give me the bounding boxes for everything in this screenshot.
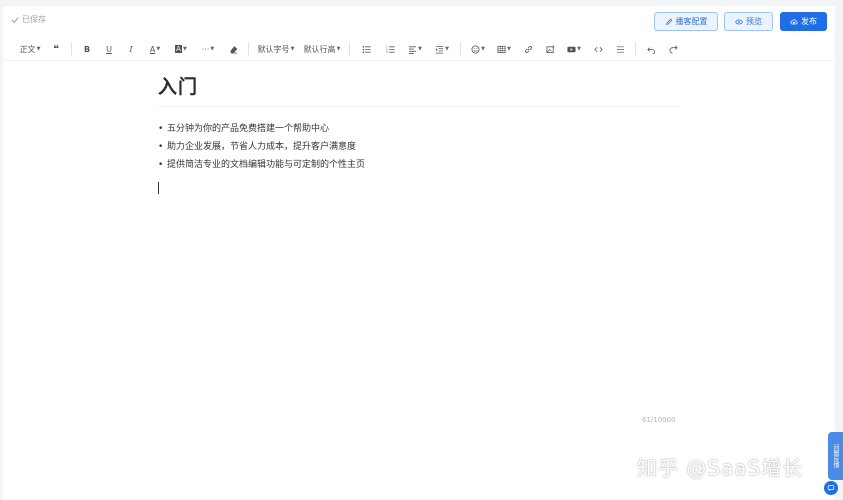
indent-icon — [435, 45, 444, 54]
toolbar-divider — [349, 42, 350, 56]
feedback-tab-label: 问题反馈 — [832, 444, 839, 468]
bullet-dot-icon: • — [158, 160, 164, 170]
emoji-icon — [471, 44, 480, 54]
line-height-dropdown[interactable]: 默认行高 ▼ — [299, 38, 345, 60]
align-dropdown[interactable]: ▼ — [402, 38, 428, 60]
code-button[interactable] — [587, 38, 609, 60]
redo-icon — [669, 45, 678, 54]
toolbar-divider — [635, 42, 636, 56]
undo-button[interactable] — [640, 38, 662, 60]
check-cloud-icon — [11, 16, 19, 23]
indent-dropdown[interactable]: ▼ — [428, 38, 456, 60]
clear-format-button[interactable] — [222, 38, 244, 60]
ordered-list-button[interactable]: 123 — [378, 38, 402, 60]
quote-button[interactable]: ❝ — [45, 38, 67, 60]
highlight-icon: A — [175, 45, 182, 53]
font-size-label: 默认字号 — [257, 44, 290, 54]
toolbar-divider — [71, 42, 72, 56]
caret-down-icon: ▼ — [577, 46, 581, 52]
chat-button[interactable] — [824, 481, 838, 495]
podcast-config-label: 播客配置 — [675, 17, 708, 26]
toolbar-divider — [460, 42, 461, 56]
edit-icon — [665, 18, 672, 25]
caret-down-icon: ▼ — [481, 46, 485, 52]
eraser-icon — [229, 45, 237, 53]
line-height-label: 默认行高 — [303, 44, 336, 54]
video-dropdown[interactable]: ▼ — [561, 38, 587, 60]
caret-down-icon: ▼ — [336, 46, 341, 52]
underline-icon: U — [106, 44, 112, 54]
publish-label: 发布 — [801, 17, 817, 26]
horizontal-rule-icon — [616, 45, 624, 53]
link-icon — [524, 45, 532, 53]
title-divider — [158, 106, 680, 107]
save-status: 已保存 — [11, 14, 46, 25]
chat-icon — [827, 485, 835, 491]
redo-button[interactable] — [662, 38, 684, 60]
bold-icon: B — [83, 44, 91, 54]
save-status-text: 已保存 — [22, 15, 46, 24]
underline-button[interactable]: U — [98, 38, 120, 60]
cloud-upload-icon — [790, 18, 798, 24]
list-item[interactable]: • 五分钟为你的产品免费搭建一个帮助中心 — [158, 123, 365, 141]
font-color-dropdown[interactable]: A ▼ — [142, 38, 168, 60]
video-icon — [567, 46, 576, 52]
table-icon — [497, 45, 506, 53]
code-icon — [593, 46, 603, 52]
podcast-config-button[interactable]: 播客配置 — [654, 12, 718, 31]
list-item-text: 提供简洁专业的文档编辑功能与可定制的个性主页 — [167, 160, 366, 170]
divider-button[interactable] — [609, 38, 631, 60]
italic-icon: I — [129, 44, 133, 54]
font-color-icon: A — [149, 44, 156, 54]
caret-down-icon: ▼ — [290, 46, 295, 52]
ordered-list-icon: 123 — [386, 45, 395, 54]
bold-button[interactable]: B — [76, 38, 98, 60]
caret-down-icon: ▼ — [445, 46, 449, 52]
list-item[interactable]: • 助力企业发展，节省人力成本，提升客户满意度 — [158, 141, 365, 159]
list-item-text: 五分钟为你的产品免费搭建一个帮助中心 — [167, 124, 330, 134]
bullet-list[interactable]: • 五分钟为你的产品免费搭建一个帮助中心 • 助力企业发展，节省人力成本，提升客户满… — [158, 123, 365, 177]
align-left-icon — [408, 45, 417, 54]
list-item[interactable]: • 提供简洁专业的文档编辑功能与可定制的个性主页 — [158, 159, 365, 177]
editor-toolbar: 正文 ▼ ❝ B U I A ▼ A ▼ ··· ▼ 默认字号 ▼ 默认行高 ▼ 123 ▼… — [3, 38, 835, 61]
preview-button[interactable]: 预览 — [724, 12, 773, 31]
highlight-dropdown[interactable]: A ▼ — [168, 38, 194, 60]
font-size-dropdown[interactable]: 默认字号 ▼ — [253, 38, 299, 60]
paragraph-style-dropdown[interactable]: 正文 ▼ — [15, 38, 45, 60]
caret-down-icon: ▼ — [210, 46, 215, 52]
character-counter: 61/10000 — [642, 416, 676, 424]
emoji-dropdown[interactable]: ▼ — [465, 38, 491, 60]
quote-icon: ❝ — [53, 43, 59, 55]
bullet-list-button[interactable] — [354, 38, 378, 60]
caret-down-icon: ▼ — [36, 46, 41, 52]
document-title[interactable]: 入门 — [158, 72, 198, 99]
image-icon — [545, 44, 555, 53]
italic-button[interactable]: I — [120, 38, 142, 60]
caret-down-icon: ▼ — [156, 46, 161, 52]
bullet-dot-icon: • — [158, 124, 164, 134]
list-item-text: 助力企业发展，节省人力成本，提升客户满意度 — [167, 142, 357, 152]
feedback-tab[interactable]: 问题反馈 — [828, 432, 843, 480]
image-button[interactable] — [539, 38, 561, 60]
bullet-dot-icon: • — [158, 142, 164, 152]
toolbar-divider — [248, 42, 249, 56]
caret-down-icon: ▼ — [418, 46, 422, 52]
publish-button[interactable]: 发布 — [780, 12, 827, 31]
preview-label: 预览 — [746, 17, 762, 26]
undo-icon — [646, 46, 655, 54]
eye-icon — [735, 19, 743, 24]
table-dropdown[interactable]: ▼ — [491, 38, 517, 60]
link-button[interactable] — [517, 38, 539, 60]
more-format-dropdown[interactable]: ··· ▼ — [194, 38, 222, 60]
svg-text:3: 3 — [386, 50, 388, 54]
watermark: 知乎 @SaaS增长 — [637, 456, 804, 480]
top-bar: 已保存 播客配置 预览 发布 — [3, 6, 835, 36]
bullet-list-icon — [362, 45, 371, 53]
text-cursor — [158, 182, 159, 194]
editor-panel: 已保存 播客配置 预览 发布 正文 ▼ ❝ B U I A ▼ A ▼ ··· ▼ — [3, 6, 835, 500]
caret-down-icon: ▼ — [182, 46, 187, 52]
paragraph-style-label: 正文 — [19, 44, 36, 54]
caret-down-icon: ▼ — [507, 46, 511, 52]
more-icon: ··· — [201, 44, 210, 54]
